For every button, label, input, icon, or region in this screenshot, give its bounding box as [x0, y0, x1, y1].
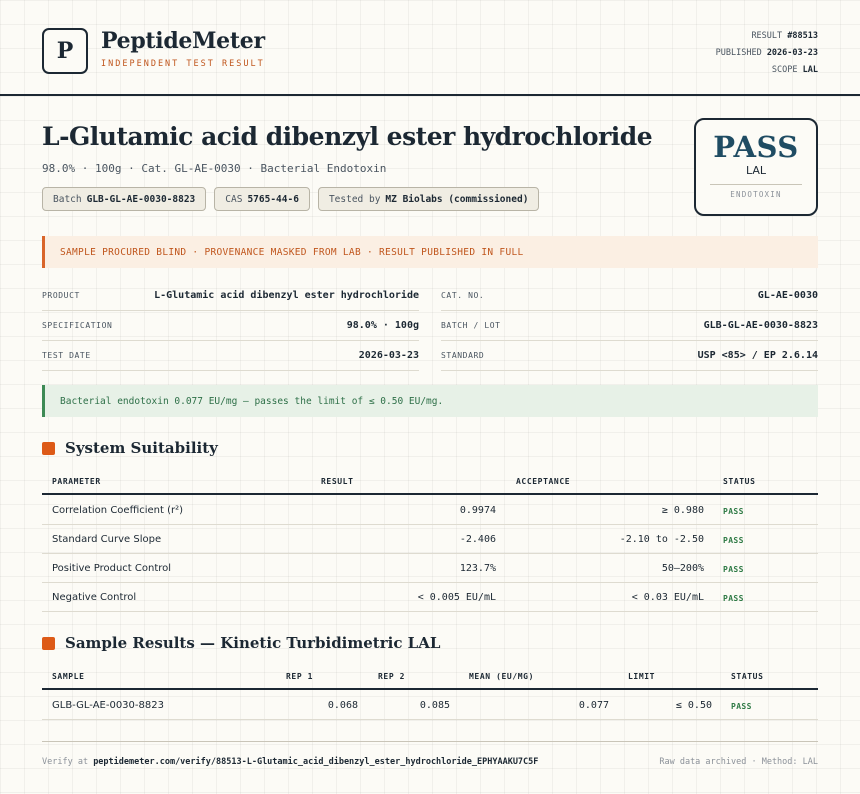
table-row: GLB-GL-AE-0030-8823 0.068 0.085 0.077 ≤ … [42, 691, 818, 720]
info-batch-lot: BATCH / LOT GLB-GL-AE-0030-8823 [441, 311, 818, 341]
col-rep2: REP 2 [378, 672, 406, 681]
table-row: Correlation Coefficient (r²) 0.9974 ≥ 0.… [42, 496, 818, 525]
result-summary-banner: Bacterial endotoxin 0.077 EU/mg — passes… [42, 385, 818, 417]
cell-sample: GLB-GL-AE-0030-8823 [52, 700, 164, 711]
col-parameter: PARAMETER [52, 477, 101, 486]
verdict-category: ENDOTOXIN [730, 190, 782, 199]
report-meta: RESULT #88513 PUBLISHED 2026-03-23 SCOPE… [716, 28, 818, 79]
verdict-word: PASS [713, 130, 799, 164]
info-specification: SPECIFICATION 98.0% · 100g [42, 311, 419, 341]
section-sample-results: Sample Results — Kinetic Turbidimetric L… [42, 634, 440, 652]
product-subtitle: 98.0% · 100g · Cat. GL-AE-0030 · Bacteri… [42, 162, 387, 175]
chip-cas: CAS 5765-44-6 [214, 187, 310, 211]
table-row: Positive Product Control 123.7% 50–200% … [42, 554, 818, 583]
verify-link[interactable]: peptidemeter.com/verify/88513-L-Glutamic… [93, 757, 538, 767]
col-status: STATUS [731, 672, 764, 681]
cell-parameter: Negative Control [52, 592, 137, 603]
cell-parameter: Standard Curve Slope [52, 534, 162, 545]
cell-result: -2.406 [459, 534, 496, 545]
product-chips: Batch GLB-GL-AE-0030-8823 CAS 5765-44-6 Te… [42, 187, 540, 211]
procurement-notice: SAMPLE PROCURED BLIND · PROVENANCE MASKE… [42, 236, 818, 268]
status-badge: PASS [723, 565, 744, 574]
logo-icon: P [42, 28, 88, 74]
meta-published: PUBLISHED 2026-03-23 [715, 48, 818, 58]
col-limit: LIMIT [628, 672, 656, 681]
section-marker-icon [42, 636, 55, 650]
cell-acceptance: < 0.03 EU/mL [631, 592, 704, 603]
cell-result: 0.9974 [459, 505, 496, 516]
chip-tested-by: Tested by MZ Biolabs (commissioned) [317, 187, 540, 211]
section-marker-icon [42, 441, 55, 455]
status-badge: PASS [723, 507, 744, 516]
cell-parameter: Correlation Coefficient (r²) [52, 505, 184, 516]
col-result: RESULT [321, 477, 354, 486]
footer-method: Raw data archived · Method: LAL [659, 757, 818, 767]
meta-scope: SCOPE LAL [771, 65, 818, 75]
status-badge: PASS [731, 702, 752, 711]
col-mean: MEAN (EU/MG) [469, 672, 534, 681]
info-test-date: TEST DATE 2026-03-23 [42, 341, 419, 371]
footer-verify: Verify at peptidemeter.com/verify/88513-… [42, 757, 539, 767]
verdict-scope: LAL [745, 164, 767, 177]
info-cat-no: CAT. NO. GL-AE-0030 [441, 281, 818, 311]
status-badge: PASS [723, 594, 744, 603]
cell-acceptance: -2.10 to -2.50 [619, 534, 704, 545]
verdict-badge: PASS LAL ENDOTOXIN [694, 118, 818, 216]
cell-mean: 0.077 [578, 700, 609, 711]
status-badge: PASS [723, 536, 744, 545]
cell-acceptance: 50–200% [661, 563, 704, 574]
table-row: Standard Curve Slope -2.406 -2.10 to -2.… [42, 525, 818, 554]
section-title: Sample Results — Kinetic Turbidimetric L… [65, 634, 441, 652]
meta-result: RESULT #88513 [751, 31, 818, 41]
info-product: PRODUCT L-Glutamic acid dibenzyl ester hy… [42, 281, 419, 311]
cell-parameter: Positive Product Control [52, 563, 172, 574]
section-system-suitability: System Suitability [42, 439, 218, 457]
brand-name: PeptideMeter [101, 28, 265, 54]
verdict-divider [710, 184, 802, 185]
cell-result: < 0.005 EU/mL [417, 592, 496, 603]
cell-result: 123.7% [459, 563, 496, 574]
col-status: STATUS [723, 477, 756, 486]
cell-rep1: 0.068 [327, 700, 358, 711]
cell-acceptance: ≥ 0.980 [661, 505, 704, 516]
samples-table-header: SAMPLE REP 1 REP 2 MEAN (EU/MG) LIMIT ST… [42, 663, 818, 690]
col-acceptance: ACCEPTANCE [516, 477, 571, 486]
col-rep1: REP 1 [286, 672, 314, 681]
brand-subtitle: INDEPENDENT TEST RESULT [101, 59, 265, 69]
chip-batch: Batch GLB-GL-AE-0030-8823 [42, 187, 207, 211]
footer-divider [42, 741, 818, 742]
report-header: P PeptideMeter INDEPENDENT TEST RESULT R… [0, 0, 860, 96]
section-title: System Suitability [65, 439, 218, 457]
table-row: Negative Control < 0.005 EU/mL < 0.03 EU… [42, 583, 818, 612]
suitability-table-header: PARAMETER RESULT ACCEPTANCE STATUS [42, 468, 818, 495]
cell-limit: ≤ 0.50 [675, 700, 712, 711]
col-sample: SAMPLE [52, 672, 85, 681]
info-standard: STANDARD USP <85> / EP 2.6.14 [441, 341, 818, 371]
cell-rep2: 0.085 [419, 700, 450, 711]
product-title: L-Glutamic acid dibenzyl ester hydrochlo… [42, 122, 653, 151]
